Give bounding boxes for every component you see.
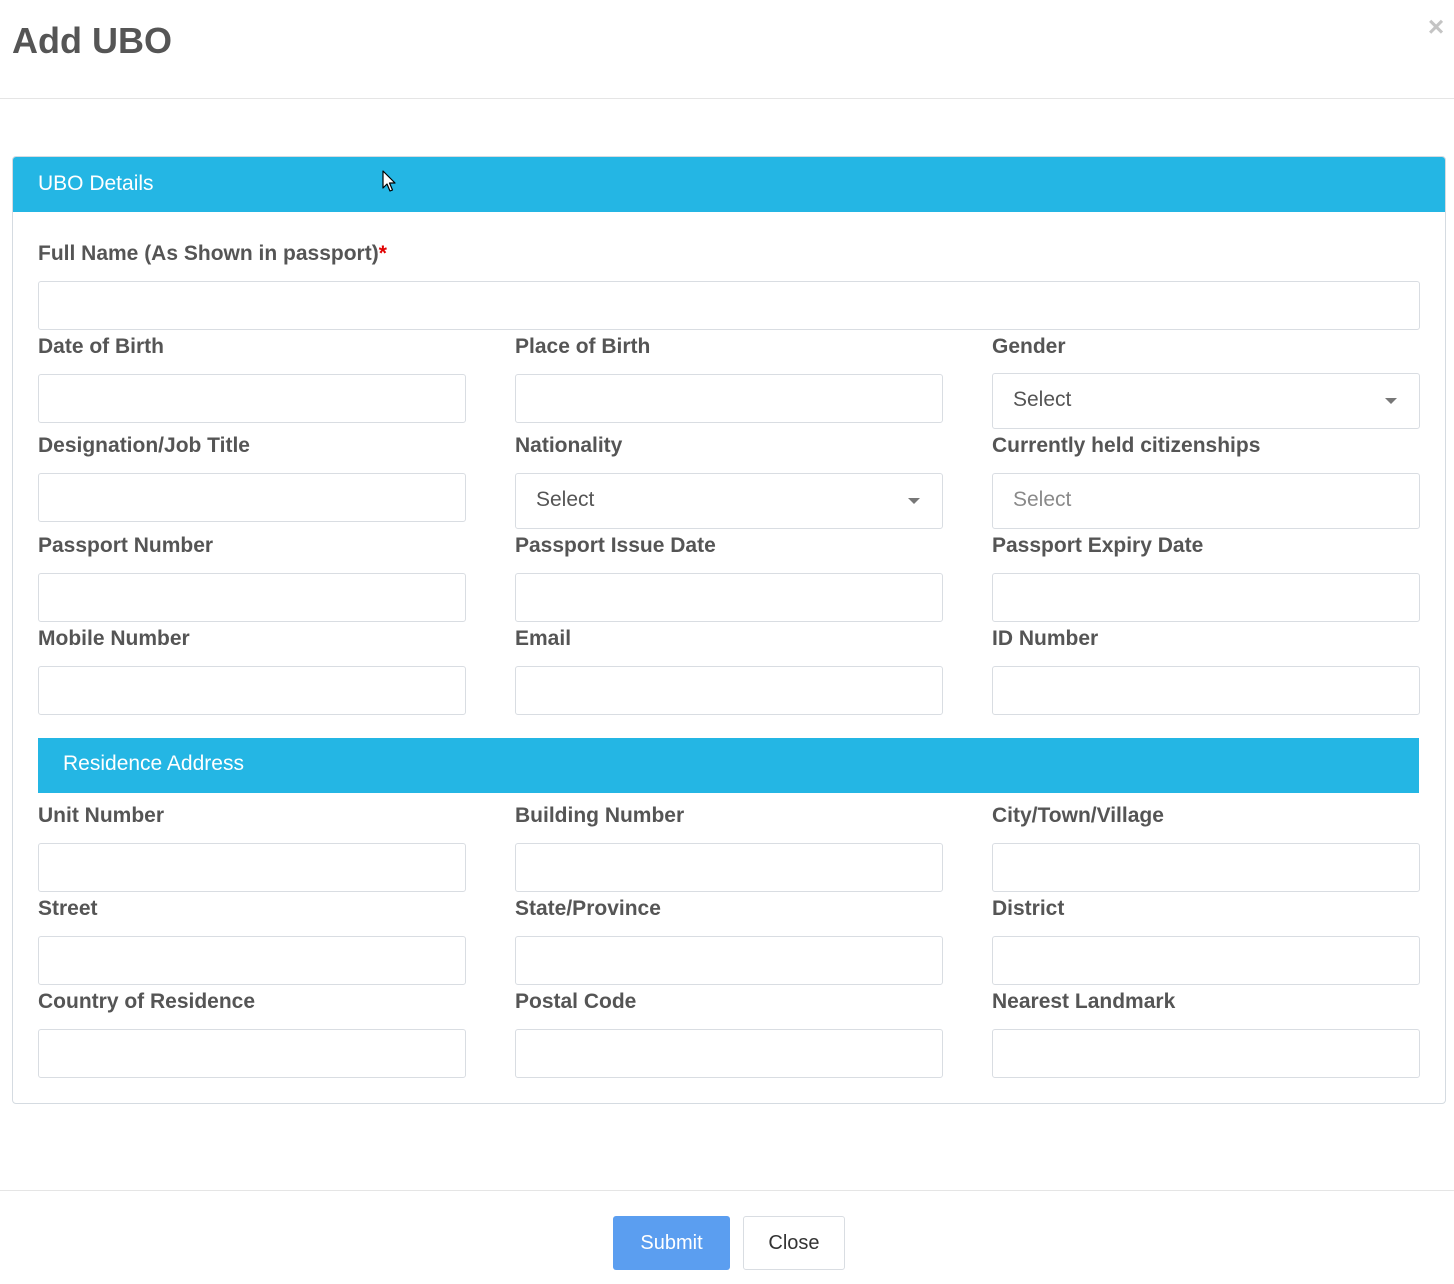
ubo-details-heading-text: UBO Details	[38, 172, 154, 195]
passport-expiry-date-label: Passport Expiry Date	[992, 534, 1204, 557]
citizenships-label: Currently held citizenships	[992, 434, 1261, 457]
unit-number-label: Unit Number	[38, 804, 164, 827]
country-of-residence-input[interactable]	[38, 1029, 466, 1078]
close-icon[interactable]: ×	[1426, 12, 1446, 42]
date-of-birth-label: Date of Birth	[38, 335, 164, 358]
street-input[interactable]	[38, 936, 466, 985]
unit-number-input[interactable]	[38, 843, 466, 892]
nationality-label: Nationality	[515, 434, 623, 457]
city-input[interactable]	[992, 843, 1420, 892]
mobile-number-label: Mobile Number	[38, 627, 190, 650]
modal-title: Add UBO	[12, 20, 172, 61]
place-of-birth-label: Place of Birth	[515, 335, 651, 358]
nearest-landmark-input[interactable]	[992, 1029, 1420, 1078]
passport-issue-date-label: Passport Issue Date	[515, 534, 716, 557]
passport-number-input[interactable]	[38, 573, 466, 622]
close-button[interactable]: Close	[743, 1216, 845, 1270]
chevron-down-icon	[908, 498, 920, 504]
email-label: Email	[515, 627, 572, 650]
state-input[interactable]	[515, 936, 943, 985]
email-input[interactable]	[515, 666, 943, 715]
gender-selected-value: Select	[1013, 388, 1072, 411]
designation-label: Designation/Job Title	[38, 434, 250, 457]
submit-button[interactable]: Submit	[613, 1216, 730, 1270]
building-number-label: Building Number	[515, 804, 685, 827]
id-number-input[interactable]	[992, 666, 1420, 715]
date-of-birth-input[interactable]	[38, 374, 466, 423]
ubo-details-heading: UBO Details	[13, 157, 1445, 212]
id-number-label: ID Number	[992, 627, 1099, 650]
full-name-label: Full Name (As Shown in passport)*	[38, 242, 387, 266]
chevron-down-icon	[1385, 398, 1397, 404]
nationality-select[interactable]: Select	[515, 473, 943, 529]
modal-header: Add UBO ×	[0, 0, 1454, 99]
state-label: State/Province	[515, 897, 661, 920]
city-label: City/Town/Village	[992, 804, 1164, 827]
residence-address-heading: Residence Address	[38, 738, 1419, 793]
country-of-residence-label: Country of Residence	[38, 990, 256, 1013]
mouse-cursor-icon	[382, 170, 396, 192]
citizenships-placeholder: Select	[1013, 488, 1072, 511]
place-of-birth-input[interactable]	[515, 374, 943, 423]
building-number-input[interactable]	[515, 843, 943, 892]
passport-issue-date-input[interactable]	[515, 573, 943, 622]
gender-select[interactable]: Select	[992, 373, 1420, 429]
citizenships-multiselect[interactable]: Select	[992, 473, 1420, 529]
designation-input[interactable]	[38, 473, 466, 522]
postal-code-input[interactable]	[515, 1029, 943, 1078]
district-input[interactable]	[992, 936, 1420, 985]
passport-expiry-date-input[interactable]	[992, 573, 1420, 622]
residence-address-heading-text: Residence Address	[63, 752, 244, 775]
full-name-input[interactable]	[38, 281, 1420, 330]
nationality-selected-value: Select	[536, 488, 595, 511]
full-name-label-text: Full Name (As Shown in passport)	[38, 242, 379, 265]
passport-number-label: Passport Number	[38, 534, 214, 557]
district-label: District	[992, 897, 1065, 920]
postal-code-label: Postal Code	[515, 990, 637, 1013]
required-mark: *	[378, 242, 387, 265]
nearest-landmark-label: Nearest Landmark	[992, 990, 1176, 1013]
mobile-number-input[interactable]	[38, 666, 466, 715]
gender-label: Gender	[992, 335, 1066, 358]
street-label: Street	[38, 897, 98, 920]
